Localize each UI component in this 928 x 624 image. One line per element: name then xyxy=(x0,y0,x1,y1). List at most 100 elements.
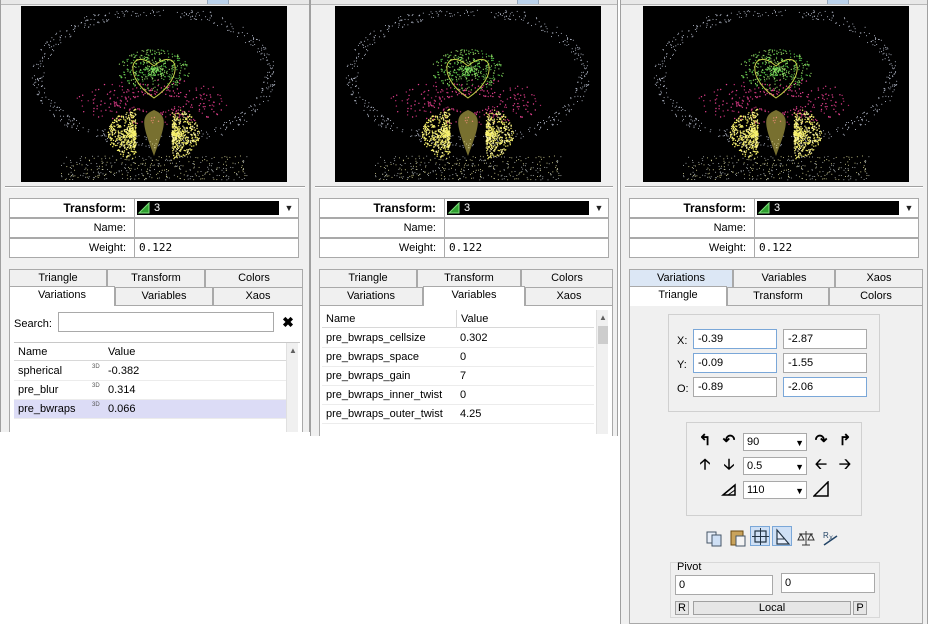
variation-value[interactable]: 0.066 xyxy=(108,400,136,419)
name-field[interactable] xyxy=(135,218,299,238)
column-name-header[interactable]: Name xyxy=(18,343,47,361)
chevron-down-icon[interactable]: ▼ xyxy=(902,201,916,215)
tab-variables[interactable]: Variables xyxy=(733,269,835,287)
variable-row[interactable]: pre_bwraps_outer_twist 4.25 xyxy=(322,405,594,424)
pivot-local-button[interactable]: Local xyxy=(693,601,851,615)
variable-value[interactable]: 7 xyxy=(460,367,466,386)
variables-grid: Name Value pre_bwraps_cellsize 0.302 pre… xyxy=(322,310,612,434)
column-value-header[interactable]: Value xyxy=(108,343,135,361)
scrollbar-thumb[interactable] xyxy=(598,326,608,344)
weight-field[interactable]: 0.122 xyxy=(135,238,299,258)
paste-icon[interactable] xyxy=(728,528,748,548)
move-right-icon[interactable]: 🡢 xyxy=(837,457,853,473)
variation-row[interactable]: spherical 3D -0.382 xyxy=(14,362,286,381)
tab-variations[interactable]: Variations xyxy=(9,286,115,306)
tab-variations[interactable]: Variations xyxy=(319,287,423,305)
o2-field[interactable]: -2.06 xyxy=(783,377,867,397)
y2-field[interactable]: -1.55 xyxy=(783,353,867,373)
y-label: Y: xyxy=(677,359,687,371)
pivot-label: Pivot xyxy=(677,561,702,573)
variable-value[interactable]: 0 xyxy=(460,348,466,367)
variation-value[interactable]: 0.314 xyxy=(108,381,136,400)
tab-variables[interactable]: Variables xyxy=(115,287,213,305)
transform-tools-group: ↰ ↶ 90 ▼ ↷ ↱ 🡡 🡣 0.5 ▼ 🡠 🡢 110 ▼ xyxy=(686,422,862,516)
flame-preview-image xyxy=(31,9,276,181)
scroll-up-icon[interactable]: ▲ xyxy=(597,312,609,324)
weight-field[interactable]: 0.122 xyxy=(445,238,609,258)
variation-name: pre_blur xyxy=(18,384,59,396)
rotate-left-90-icon[interactable]: ↰ xyxy=(697,433,713,449)
transform-select[interactable]: 3 ▼ xyxy=(445,198,609,218)
tab-transform[interactable]: Transform xyxy=(417,269,521,287)
variation-name: spherical xyxy=(18,365,63,377)
reset-transform-icon[interactable]: RX xyxy=(820,528,840,548)
move-step-select[interactable]: 0.5 ▼ xyxy=(743,457,807,475)
variables-scrollbar[interactable]: ▲ xyxy=(596,310,608,434)
rotate-angle-select[interactable]: 90 ▼ xyxy=(743,433,807,451)
pivot-y-field[interactable]: 0 xyxy=(781,573,875,593)
move-up-icon[interactable]: 🡡 xyxy=(697,457,713,473)
window-top-edge xyxy=(1,0,309,5)
tab-triangle[interactable]: Triangle xyxy=(319,269,417,287)
chevron-down-icon: ▼ xyxy=(795,438,804,448)
tab-triangle[interactable]: Triangle xyxy=(629,286,727,306)
variation-row[interactable]: pre_blur 3D 0.314 xyxy=(14,381,286,400)
scale-up-icon[interactable] xyxy=(813,481,829,497)
tab-colors[interactable]: Colors xyxy=(829,287,923,305)
move-left-icon[interactable]: 🡠 xyxy=(813,457,829,473)
balance-icon[interactable] xyxy=(796,528,816,548)
clear-search-icon[interactable]: ✖ xyxy=(280,314,296,330)
tab-transform[interactable]: Transform xyxy=(727,287,829,305)
chevron-down-icon[interactable]: ▼ xyxy=(282,201,296,215)
transform-select[interactable]: 3 ▼ xyxy=(135,198,299,218)
scroll-up-icon[interactable]: ▲ xyxy=(287,345,299,357)
tab-colors[interactable]: Colors xyxy=(521,269,613,287)
transform-mode-icon[interactable] xyxy=(750,526,770,546)
move-down-icon[interactable]: 🡣 xyxy=(721,457,737,473)
transform-row: Transform: 3 ▼ xyxy=(9,198,299,218)
rotate-right-icon[interactable]: ↷ xyxy=(813,433,829,449)
name-field[interactable] xyxy=(445,218,609,238)
scale-percent-select[interactable]: 110 ▼ xyxy=(743,481,807,499)
tab-variations[interactable]: Variations xyxy=(629,269,733,287)
variable-row[interactable]: pre_bwraps_cellsize 0.302 xyxy=(322,329,594,348)
variable-row[interactable]: pre_bwraps_gain 7 xyxy=(322,367,594,386)
weight-row: Weight: 0.122 xyxy=(629,238,919,258)
column-name-header[interactable]: Name xyxy=(326,310,355,328)
scale-down-icon[interactable] xyxy=(721,481,737,497)
variation-row-selected[interactable]: pre_bwraps 3D 0.066 xyxy=(14,400,286,419)
o1-field[interactable]: -0.89 xyxy=(693,377,777,397)
variable-value[interactable]: 0 xyxy=(460,386,466,405)
tab-row-bottom: Variations Variables Xaos xyxy=(9,286,303,306)
transform-select[interactable]: 3 ▼ xyxy=(755,198,919,218)
rotate-right-90-icon[interactable]: ↱ xyxy=(837,433,853,449)
triangle-mode-icon[interactable] xyxy=(772,526,792,546)
tab-variables[interactable]: Variables xyxy=(423,286,525,306)
weight-field[interactable]: 0.122 xyxy=(755,238,919,258)
flame-preview-image xyxy=(345,9,590,181)
variable-row[interactable]: pre_bwraps_space 0 xyxy=(322,348,594,367)
tab-colors[interactable]: Colors xyxy=(205,269,303,287)
column-value-header[interactable]: Value xyxy=(456,310,488,328)
variations-scrollbar[interactable]: ▲ xyxy=(286,343,298,432)
rotate-left-icon[interactable]: ↶ xyxy=(721,433,737,449)
pivot-reset-button[interactable]: R xyxy=(675,601,689,615)
x1-field[interactable]: -0.39 xyxy=(693,329,777,349)
tab-xaos[interactable]: Xaos xyxy=(213,287,303,305)
tab-triangle[interactable]: Triangle xyxy=(9,269,107,287)
tab-xaos[interactable]: Xaos xyxy=(835,269,923,287)
name-field[interactable] xyxy=(755,218,919,238)
pivot-x-field[interactable]: 0 xyxy=(675,575,773,595)
pivot-pick-button[interactable]: P xyxy=(853,601,867,615)
y1-field[interactable]: -0.09 xyxy=(693,353,777,373)
chevron-down-icon[interactable]: ▼ xyxy=(592,201,606,215)
x2-field[interactable]: -2.87 xyxy=(783,329,867,349)
variable-row[interactable]: pre_bwraps_inner_twist 0 xyxy=(322,386,594,405)
variation-value[interactable]: -0.382 xyxy=(108,362,139,381)
tab-xaos[interactable]: Xaos xyxy=(525,287,613,305)
copy-icon[interactable] xyxy=(704,528,724,548)
variable-value[interactable]: 4.25 xyxy=(460,405,481,424)
search-input[interactable] xyxy=(58,312,274,332)
tab-transform[interactable]: Transform xyxy=(107,269,205,287)
variable-value[interactable]: 0.302 xyxy=(460,329,488,348)
